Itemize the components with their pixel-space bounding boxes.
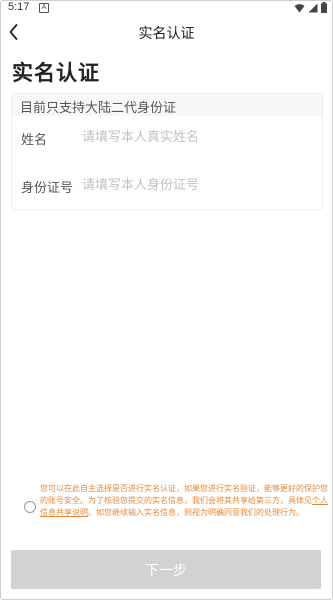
consent-section: 您可以在此自主选择是否进行实名认证，如果您进行实名验证，能够更好的保护您的账号安… [24,483,328,531]
id-support-note-text: 目前只支持大陆二代身份证 [20,101,177,116]
id-number-field-row: 身份证号 [12,164,322,208]
page-title: 实名认证 [12,61,100,85]
consent-radio[interactable] [24,501,36,513]
id-verification-form: 目前只支持大陆二代身份证 姓名 身份证号 [11,93,323,210]
consent-text: 您可以在此自主选择是否进行实名认证，如果您进行实名验证，能够更好的保护您的账号安… [40,483,328,519]
next-button[interactable]: 下一步 [11,550,321,589]
signal-icon [308,3,318,12]
status-bar: 5:17 A [0,0,333,16]
battery-icon [321,2,327,13]
notification-a-icon: A [39,3,49,13]
status-time: 5:17 [8,1,30,13]
id-number-label: 身份证号 [21,181,74,196]
id-support-note: 目前只支持大陆二代身份证 [12,94,322,116]
name-field-row: 姓名 [12,116,322,160]
nav-bar: 实名认证 [0,16,333,48]
name-input[interactable] [82,124,312,150]
wifi-icon [294,3,305,12]
consent-text-after-link: 。如您继续输入实名信息，则视为明确同意我们的处理行为。 [88,508,304,517]
consent-text-before-link: 您可以在此自主选择是否进行实名认证，如果您进行实名验证，能够更好的保护您的账号安… [40,484,328,505]
status-icons [294,2,327,13]
id-number-input[interactable] [82,172,312,198]
nav-title: 实名认证 [138,26,195,42]
name-label: 姓名 [21,133,48,148]
